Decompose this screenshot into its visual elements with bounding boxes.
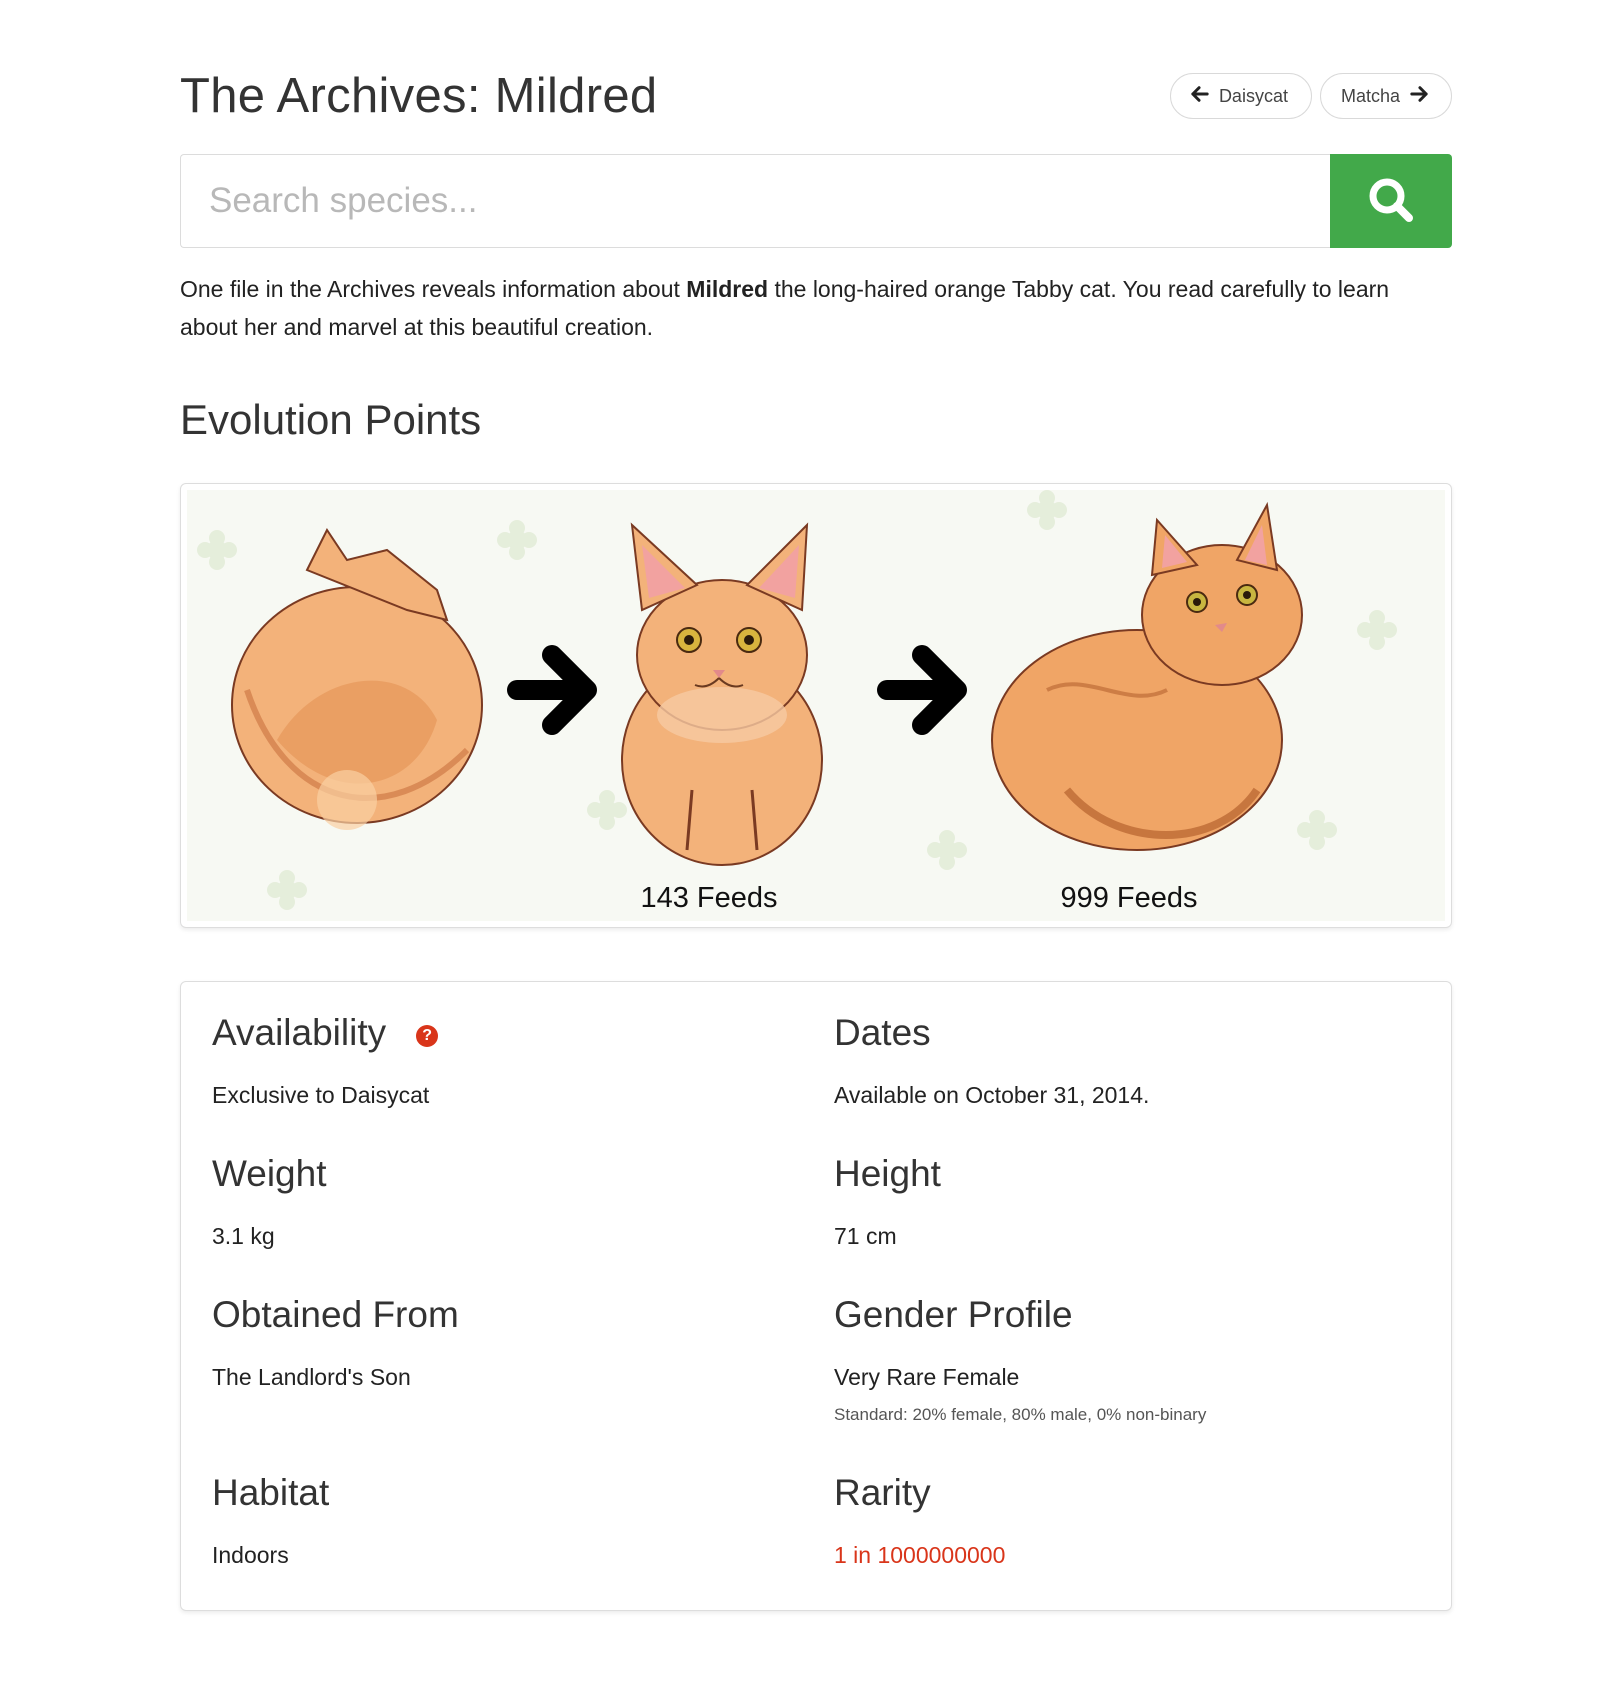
- gender-note: Standard: 20% female, 80% male, 0% non-b…: [834, 1405, 1207, 1424]
- height-label: Height: [834, 1153, 941, 1194]
- next-species-button[interactable]: Matcha: [1319, 73, 1452, 119]
- evolution-arrow-icon: [507, 645, 597, 735]
- obtained-label: Obtained From: [212, 1294, 459, 1335]
- habitat-value: Indoors: [212, 1542, 289, 1568]
- weight-value: 3.1 kg: [212, 1223, 275, 1249]
- rarity-value: 1 in 1000000000: [834, 1542, 1006, 1568]
- stage-3-feed-label: 999 Feeds: [1060, 882, 1198, 914]
- species-info-card: Availability ? Exclusive to Daisycat Dat…: [180, 981, 1452, 1611]
- gender-section: Gender Profile Very Rare Female Standard…: [834, 1294, 1206, 1425]
- habitat-section: Habitat Indoors: [212, 1472, 329, 1569]
- height-value: 71 cm: [834, 1223, 897, 1249]
- evolution-card: 143 Feeds 999 Feeds: [180, 483, 1452, 928]
- gender-label: Gender Profile: [834, 1294, 1073, 1335]
- dates-section: Dates Available on October 31, 2014.: [834, 1012, 1149, 1109]
- weight-section: Weight 3.1 kg: [212, 1153, 327, 1250]
- intro-text: One file in the Archives reveals informa…: [180, 270, 1452, 346]
- next-species-label: Matcha: [1340, 85, 1400, 106]
- obtained-value: The Landlord's Son: [212, 1364, 411, 1390]
- dates-value: Available on October 31, 2014.: [834, 1082, 1150, 1108]
- evolution-arrow-icon: [877, 645, 967, 735]
- rarity-section: Rarity 1 in 1000000000: [834, 1472, 1005, 1569]
- species-nav: Daisycat Matcha: [1169, 73, 1452, 119]
- prev-species-label: Daisycat: [1218, 85, 1288, 106]
- dates-label: Dates: [834, 1012, 931, 1053]
- help-icon[interactable]: ?: [416, 1025, 439, 1047]
- height-section: Height 71 cm: [834, 1153, 941, 1250]
- search-input[interactable]: [180, 154, 1330, 248]
- arrow-left-icon: [1191, 85, 1209, 108]
- intro-name: Mildred: [686, 276, 769, 302]
- stage-1-cat: [231, 528, 483, 830]
- search-button[interactable]: [1330, 154, 1452, 248]
- availability-label: Availability: [212, 1012, 387, 1053]
- arrow-right-icon: [1410, 85, 1428, 108]
- search-bar: [180, 154, 1452, 248]
- availability-value: Exclusive to Daisycat: [212, 1082, 430, 1108]
- prev-species-button[interactable]: Daisycat: [1169, 73, 1312, 119]
- intro-before: One file in the Archives reveals informa…: [180, 276, 687, 302]
- stage-2-feed-label: 143 Feeds: [640, 882, 778, 914]
- habitat-label: Habitat: [212, 1472, 330, 1513]
- evolution-artwork: 143 Feeds 999 Feeds: [187, 490, 1445, 921]
- page-title: The Archives: Mildred: [180, 69, 658, 123]
- stage-3-cat: [991, 501, 1303, 851]
- evolution-title: Evolution Points: [180, 396, 482, 443]
- obtained-section: Obtained From The Landlord's Son: [212, 1294, 459, 1391]
- availability-section: Availability ? Exclusive to Daisycat: [212, 1012, 439, 1109]
- weight-label: Weight: [212, 1153, 327, 1194]
- stage-2-cat: [621, 522, 823, 866]
- gender-value: Very Rare Female: [834, 1364, 1020, 1390]
- search-icon: [1366, 175, 1416, 228]
- rarity-label: Rarity: [834, 1472, 931, 1513]
